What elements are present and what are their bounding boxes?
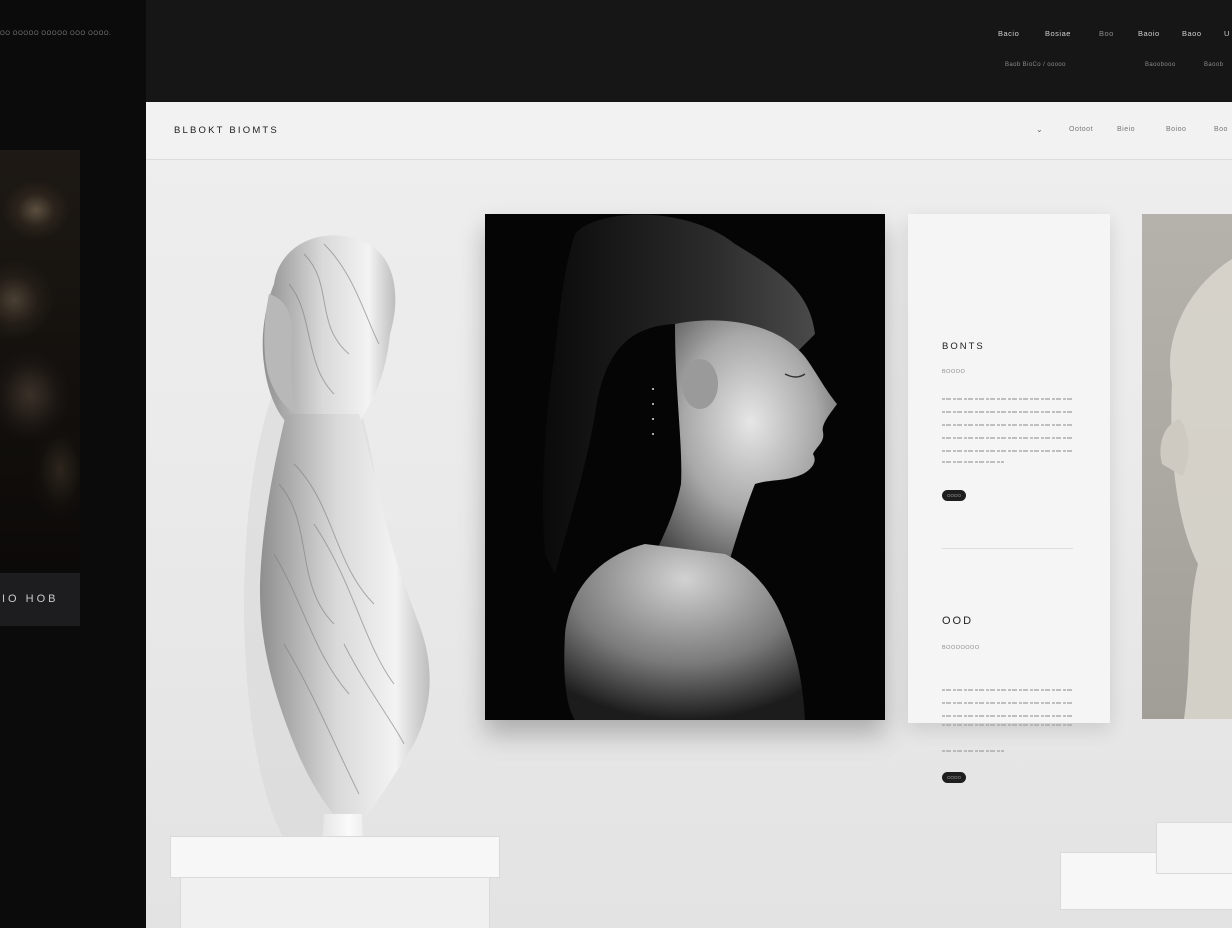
top-sub-link-1[interactable]: Baob BioCo / ooooo (1005, 62, 1066, 68)
card-text-line (942, 450, 1073, 452)
left-caption-button[interactable]: IO HOB (0, 573, 80, 626)
top-nav-link-2[interactable]: Bosiae (1045, 29, 1071, 38)
main-page: BLBOKT BIOMTS ⌄ Ootoot Bieio Boioo Boo B… (146, 102, 1232, 928)
inner-header: BLBOKT BIOMTS ⌄ Ootoot Bieio Boioo Boo (146, 102, 1232, 160)
top-sub-link-3[interactable]: Baoob (1204, 62, 1223, 68)
card-text-line (942, 437, 1073, 439)
card-text-line (942, 411, 1073, 413)
header-link-2[interactable]: Bieio (1117, 126, 1135, 133)
top-navigation-bar: Bacio Bosiae Boo Baoio Baoo U Baob BioCo… (146, 0, 1232, 102)
card-text-line (942, 424, 1073, 426)
info-card: BONTS BOOOO OOOO OOD BOOOOOOO (908, 214, 1110, 723)
portrait-photo-frame[interactable] (485, 214, 885, 720)
card-text-line (942, 461, 1004, 463)
lion-sculpture-image (1160, 259, 1232, 719)
card-text-line (942, 750, 1004, 752)
woman-profile-portrait-image (485, 214, 885, 720)
top-nav-link-4[interactable]: Baoio (1138, 29, 1160, 38)
left-artwork-image[interactable] (0, 150, 80, 570)
right-sculpture-base (1156, 822, 1232, 874)
card-text-line (942, 724, 1073, 726)
top-nav-link-3[interactable]: Boo (1099, 29, 1114, 38)
card-section-title: BONTS (942, 341, 985, 352)
header-link-3[interactable]: Boioo (1166, 126, 1186, 133)
card-text-line (942, 702, 1073, 704)
left-tagline: OO OOOOO OOOOO OOO OOOO. (0, 31, 112, 37)
left-pedestal-body (180, 877, 490, 928)
header-link-4[interactable]: Boo (1214, 126, 1228, 133)
card-section-title-2: OOD (942, 615, 974, 627)
left-pedestal (170, 836, 500, 878)
card-text-line (942, 398, 1073, 400)
card-section-subtitle: BOOOO (942, 369, 966, 375)
sculpture-bust-image (244, 235, 430, 928)
card-text-line (942, 715, 1073, 717)
card-read-more-button-2[interactable]: OOOO (942, 772, 966, 783)
top-sub-link-2[interactable]: Baoobooo (1145, 62, 1176, 68)
left-panel: OO OOOOO OOOOO OOO OOOO. IO HOB (0, 0, 146, 928)
card-text-line (942, 689, 1073, 691)
right-sculpture-artwork[interactable] (1142, 214, 1232, 719)
brand-logo[interactable]: BLBOKT BIOMTS (174, 125, 279, 136)
top-nav-link-6[interactable]: U (1224, 29, 1230, 38)
chevron-down-icon[interactable]: ⌄ (1036, 125, 1043, 134)
header-link-1[interactable]: Ootoot (1069, 126, 1093, 133)
top-nav-link-5[interactable]: Baoo (1182, 29, 1202, 38)
card-divider (942, 548, 1073, 549)
card-read-more-button[interactable]: OOOO (942, 490, 966, 501)
top-nav-link-1[interactable]: Bacio (998, 29, 1019, 38)
card-section-subtitle-2: BOOOOOOO (942, 645, 980, 651)
